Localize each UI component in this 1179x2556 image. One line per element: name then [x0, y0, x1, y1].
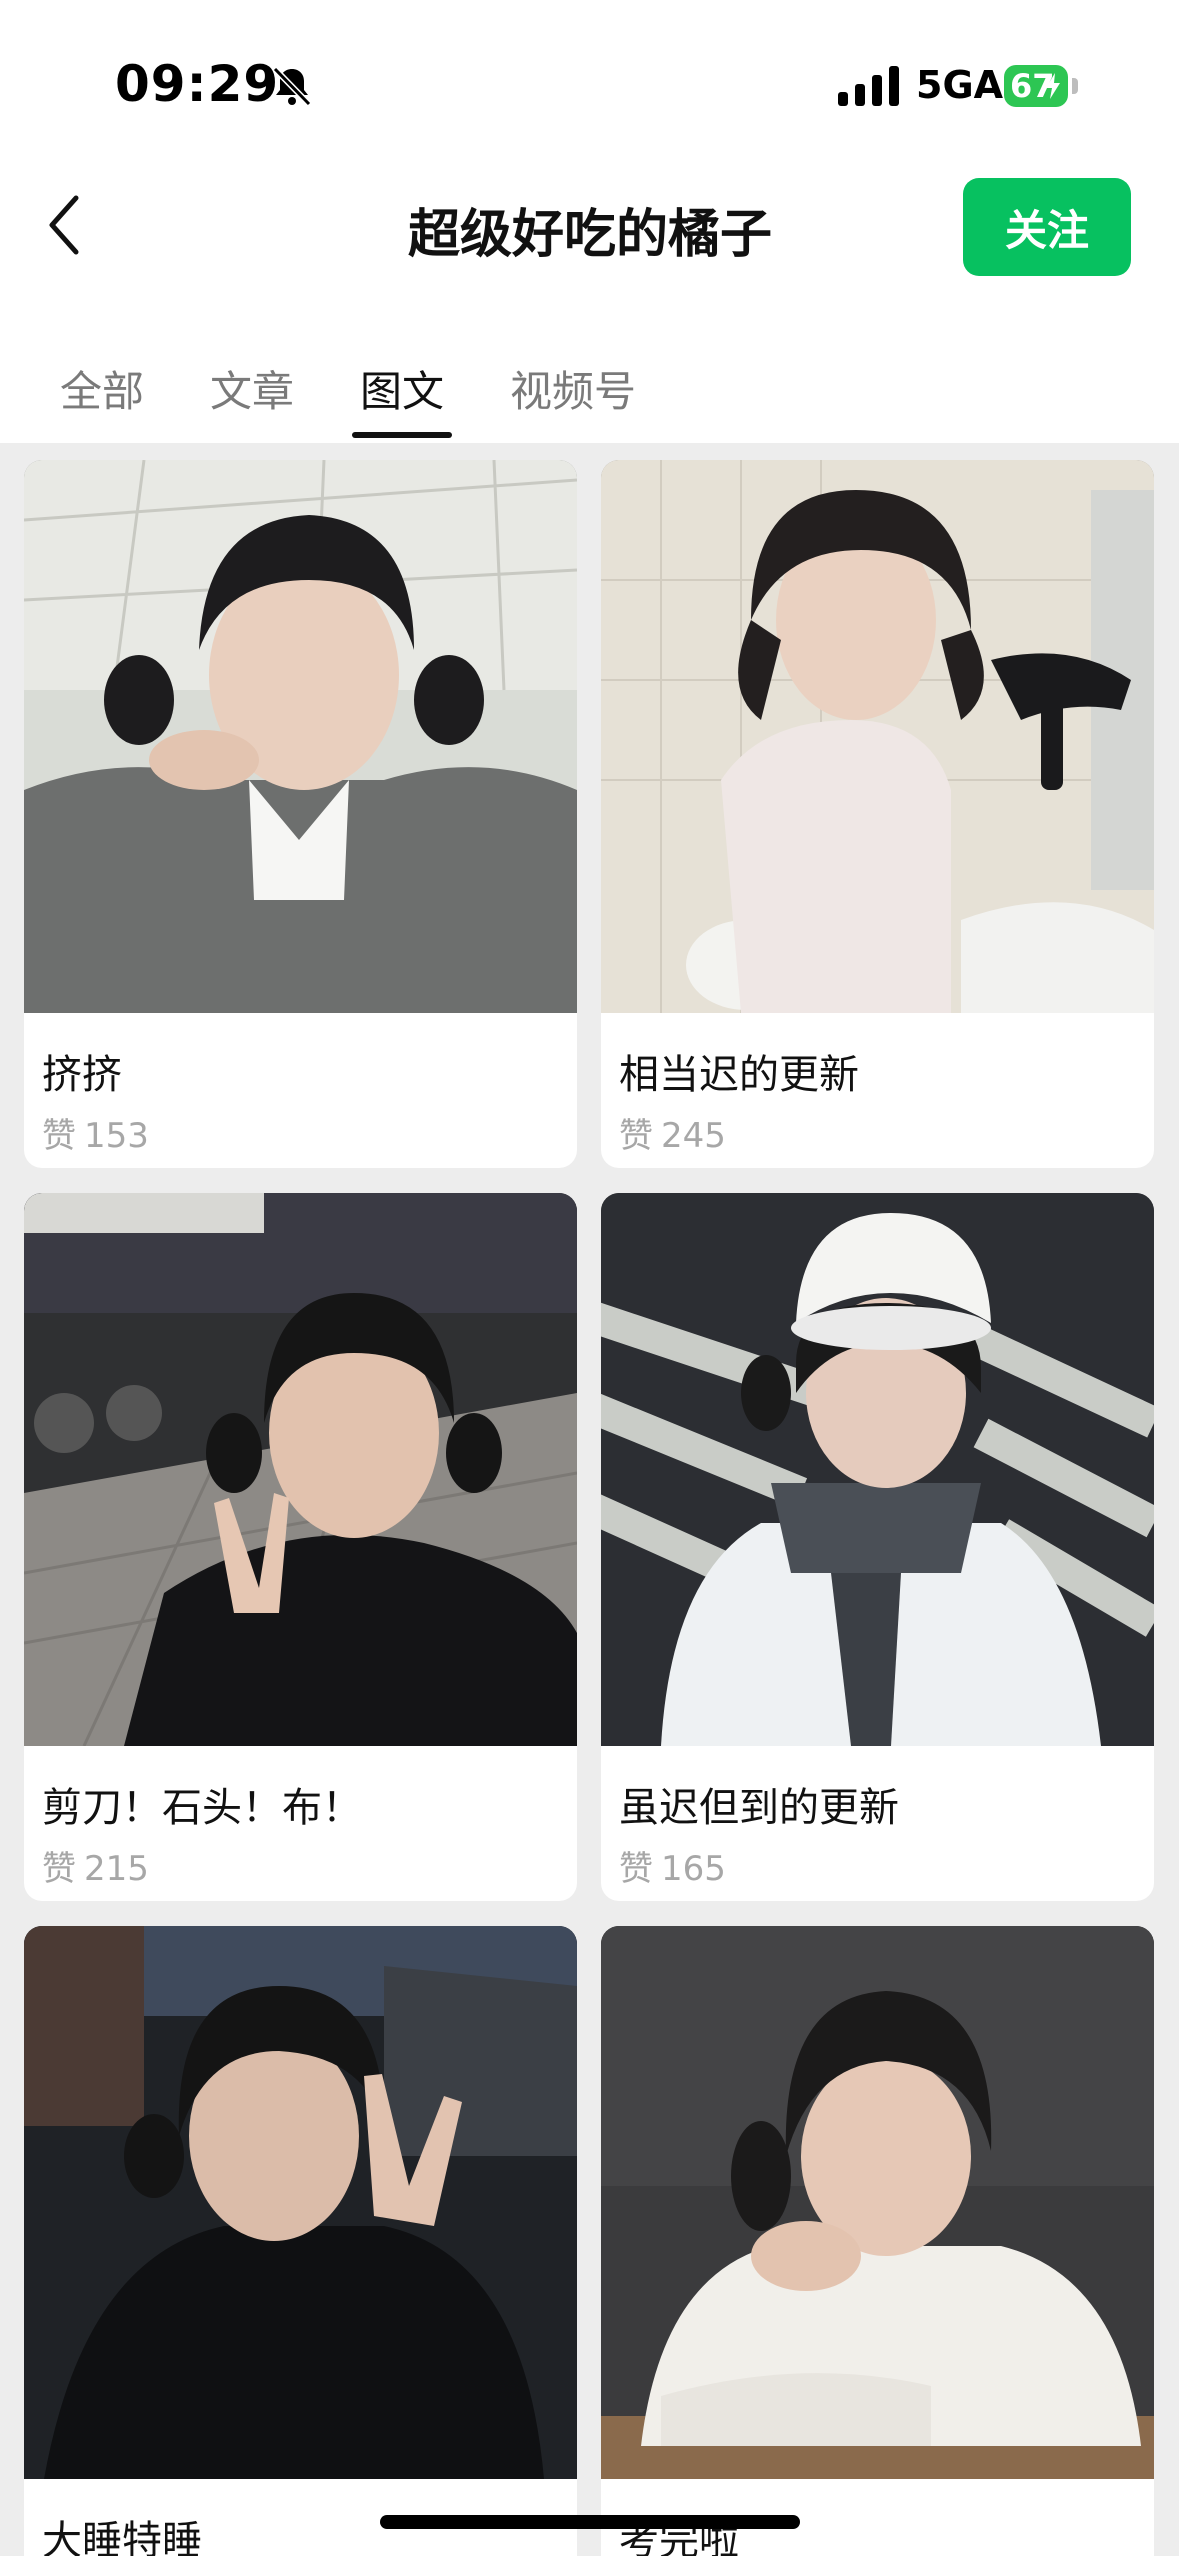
tab-label: 全部 [60, 367, 145, 416]
active-tab-indicator [352, 432, 453, 438]
battery-indicator: 67 [1004, 65, 1068, 107]
post-title: 虽迟但到的更新 [619, 1785, 899, 1831]
photo-placeholder [601, 1193, 1154, 1746]
charging-bolt-icon [1046, 73, 1060, 99]
tab-label: 视频号 [510, 367, 637, 416]
follow-button[interactable]: 关注 [963, 178, 1131, 276]
likes-label: 赞 [619, 1116, 653, 1156]
back-chevron-icon[interactable] [40, 190, 90, 260]
photo-placeholder [601, 1926, 1154, 2479]
network-type: 5GA [916, 63, 1004, 107]
post-likes: 赞 165 [619, 1841, 726, 1890]
tab-label: 图文 [360, 367, 445, 416]
post-thumbnail [601, 1193, 1154, 1746]
likes-count: 215 [84, 1849, 149, 1889]
tab-all[interactable]: 全部 [60, 352, 144, 432]
post-card[interactable]: 虽迟但到的更新 赞 165 [601, 1193, 1154, 1901]
post-thumbnail [601, 460, 1154, 1013]
tab-bar: 全部 文章 图文 视频号 [60, 352, 702, 438]
photo-placeholder [24, 460, 577, 1013]
post-card[interactable]: 大睡特睡 [24, 1926, 577, 2556]
screen: 09:29 5GA 67 超级好吃的橘子 关注 全部 文章 图文 视频号 挤挤 … [0, 0, 1179, 2556]
battery-cap [1072, 78, 1078, 94]
home-indicator[interactable] [380, 2515, 800, 2529]
post-card[interactable]: 剪刀！石头！布！ 赞 215 [24, 1193, 577, 1901]
post-thumbnail [24, 1926, 577, 2479]
status-time: 09:29 [115, 55, 280, 113]
likes-label: 赞 [42, 1849, 76, 1889]
post-likes: 赞 215 [42, 1841, 149, 1890]
likes-count: 245 [661, 1116, 726, 1156]
post-card[interactable]: 相当迟的更新 赞 245 [601, 460, 1154, 1168]
post-likes: 赞 153 [42, 1108, 149, 1157]
post-card[interactable]: 考完啦 [601, 1926, 1154, 2556]
post-title: 相当迟的更新 [619, 1052, 859, 1098]
tab-channels[interactable]: 视频号 [510, 352, 636, 432]
cellular-signal-icon [838, 66, 899, 106]
photo-placeholder [24, 1926, 577, 2479]
photo-placeholder [601, 460, 1154, 1013]
tab-image-text[interactable]: 图文 [352, 352, 453, 438]
post-title: 剪刀！石头！布！ [42, 1785, 362, 1831]
tab-articles[interactable]: 文章 [210, 352, 294, 432]
bell-muted-icon [272, 66, 312, 107]
post-thumbnail [24, 1193, 577, 1746]
post-thumbnail [24, 460, 577, 1013]
page-title: 超级好吃的橘子 [407, 205, 772, 265]
post-card[interactable]: 挤挤 赞 153 [24, 460, 577, 1168]
post-likes: 赞 245 [619, 1108, 726, 1157]
likes-count: 165 [661, 1849, 726, 1889]
top-bar: 09:29 5GA 67 超级好吃的橘子 关注 全部 文章 图文 视频号 [0, 0, 1179, 443]
photo-placeholder [24, 1193, 577, 1746]
post-title: 大睡特睡 [42, 2518, 202, 2556]
post-title: 挤挤 [42, 1052, 122, 1098]
likes-count: 153 [84, 1116, 149, 1156]
tab-label: 文章 [210, 367, 295, 416]
likes-label: 赞 [42, 1116, 76, 1156]
post-thumbnail [601, 1926, 1154, 2479]
likes-label: 赞 [619, 1849, 653, 1889]
